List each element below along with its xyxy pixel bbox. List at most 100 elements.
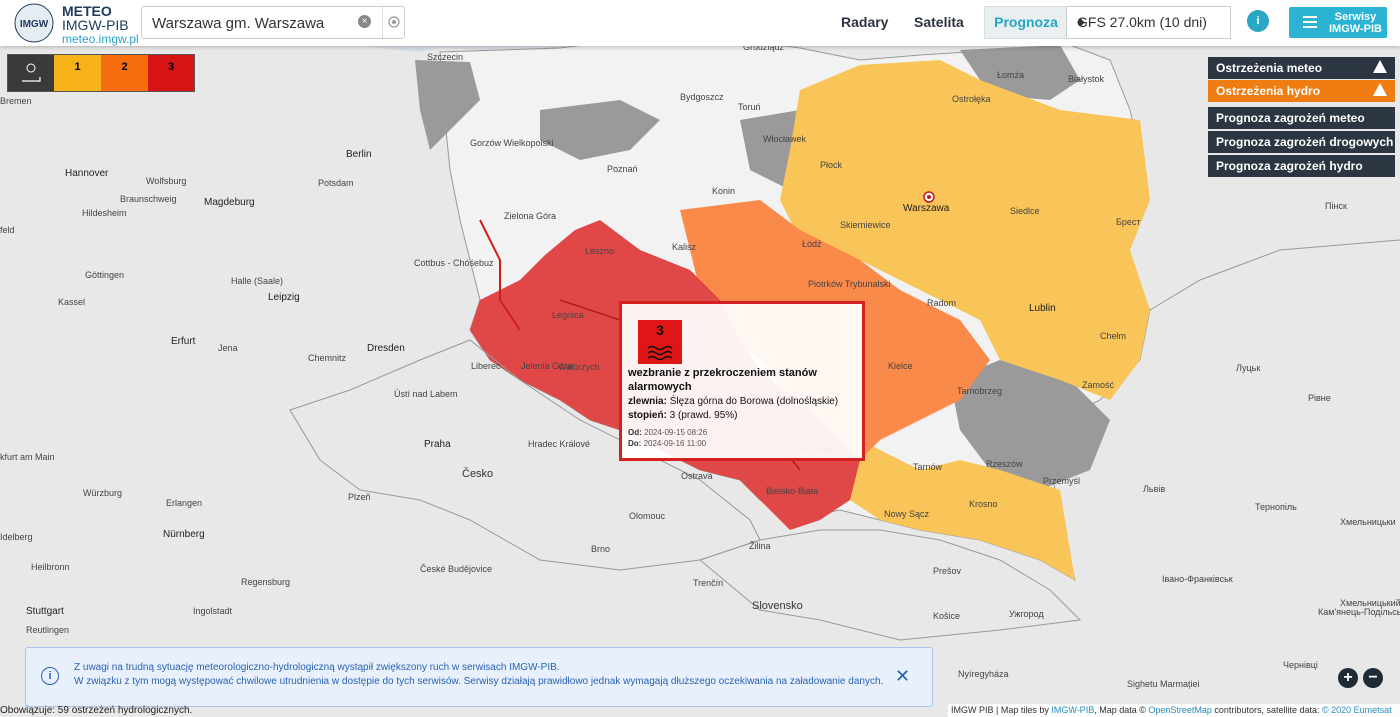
panel-prognoza-drogowych[interactable]: Prognoza zagrożeń drogowych [1208,131,1395,153]
clear-icon[interactable]: × [358,15,371,28]
map-label: Wałbrzych [558,362,600,372]
map-label: Bielsko-Biała [766,486,818,496]
panel-ostrzezenia-hydro[interactable]: Ostrzeżenia hydro [1208,80,1395,102]
map-label: Cottbus - Chóśebuz [414,258,494,268]
map-label: Рівне [1308,393,1331,403]
panel-prognoza-hydro[interactable]: Prognoza zagrożeń hydro [1208,155,1395,177]
map-label: České Budějovice [420,564,492,574]
legend-level-2[interactable]: 2 [101,55,148,91]
map-label: Włocławek [763,134,807,144]
map-label: feld [0,225,15,235]
nav-prognoza[interactable]: Prognoza [984,6,1068,39]
map-label: Heilbronn [31,562,70,572]
location-search: × [141,6,405,39]
map-label: Poznań [607,164,638,174]
svg-text:IMGW: IMGW [20,19,49,30]
map-label: Praha [424,439,451,450]
map-label: Stuttgart [26,606,64,617]
map-label: Regensburg [241,577,290,587]
map-label: Brno [591,544,610,554]
popup-stopien: stopień: 3 (prawd. 95%) [628,410,738,421]
nav-satelita[interactable]: Satelita [914,14,964,30]
map-label: Potsdam [318,178,354,188]
map-label: Toruń [738,102,761,112]
map-label: Magdeburg [204,197,255,208]
map-label: Tarnów [913,462,943,472]
attribution-link-eumetsat[interactable]: © 2020 Eumetsat [1322,705,1392,715]
map-label: Olomouc [629,511,666,521]
map-label: Chełm [1100,331,1126,341]
map-label: Płock [820,160,843,170]
map-label: Braunschweig [120,194,177,204]
legend-neutral[interactable] [8,55,54,91]
popup-od: Od: 2024-09-15 08:26 [628,428,708,437]
map-label: Reutlingen [26,625,69,635]
close-icon[interactable]: ✕ [895,666,910,687]
warning-popup[interactable]: 3 wezbranie z przekroczeniem stanów alar… [619,301,865,461]
map-label: Kassel [58,297,85,307]
map-label: Львів [1143,484,1165,494]
map-label: Ostrava [681,471,713,481]
brand-url[interactable]: meteo.imgw.pl [62,32,139,46]
nav-radary[interactable]: Radary [841,14,888,30]
popup-title: wezbranie z przekroczeniem stanów alarmo… [628,367,817,393]
map-label: Plzeň [348,492,371,502]
map-label: Bremen [0,96,32,106]
brand[interactable]: METEO IMGW-PIB meteo.imgw.pl [62,4,139,46]
model-select[interactable]: GFS 27.0km (10 dni) ◆ [1066,6,1231,39]
map-label: Siedlce [1010,206,1040,216]
notice-banner: i Z uwagi na trudną sytuację meteorologi… [25,647,933,707]
map-label: Białystok [1068,74,1105,84]
top-bar: IMGW METEO IMGW-PIB meteo.imgw.pl × Rada… [0,0,1400,46]
attribution-link-imgw[interactable]: IMGW-PIB [1051,705,1094,715]
map-label: Warszawa [903,203,950,214]
map-label: Rzeszów [986,459,1023,469]
legend-level-3[interactable]: 3 [148,55,194,91]
map-label: Хмельницьки [1340,517,1396,527]
zoom-out-button[interactable]: − [1363,668,1383,688]
map-label: Žilina [749,541,771,551]
map-label: Dresden [367,343,405,354]
map-label: Košice [933,611,960,621]
notice-line-2: W związku z tym mogą występować chwilowe… [74,676,884,687]
flood-level-icon: 3 [638,320,682,364]
map-label: kfurt am Main [0,452,55,462]
map-label: Nyíregyháza [958,669,1009,679]
map-label: Тернопіль [1255,502,1297,512]
attribution-link-osm[interactable]: OpenStreetMap [1148,705,1212,715]
map-label: Radom [927,298,956,308]
chevron-updown-icon: ◆ [1077,17,1085,28]
map-label: Bydgoszcz [680,92,724,102]
map-label: Ostrołęka [952,94,991,104]
sun-water-icon [22,63,41,82]
map-label: Луцьк [1236,363,1260,373]
map-label: Sighetu Marmației [1127,679,1200,689]
map-label: Kalisz [672,242,697,252]
serwisy-button[interactable]: Serwisy IMGW-PIB [1289,7,1387,38]
map-label: Ústí nad Labem [394,389,458,399]
brand-title: METEO [62,3,112,19]
map-attribution: IMGW PIB | Map tiles by IMGW-PIB, Map da… [948,704,1400,717]
map-label: Ужгород [1009,609,1044,619]
map-label: Kielce [888,361,913,371]
map-label: Nowy Sącz [884,509,930,519]
panel-ostrzezenia-meteo[interactable]: Ostrzeżenia meteo [1208,57,1395,79]
map-label: Чернівці [1283,660,1318,670]
search-input[interactable] [150,11,354,35]
locate-icon[interactable] [387,15,401,29]
map-label: Hildesheim [82,208,127,218]
map-label: Івано-Франківськ [1162,574,1233,584]
imgw-logo-icon[interactable]: IMGW [12,2,56,44]
warning-icon [1373,83,1387,96]
zoom-in-button[interactable]: + [1338,668,1358,688]
popup-zlewnia: zlewnia: Ślęza górna do Borowa (dolnoślą… [628,396,839,407]
legend-level-1[interactable]: 1 [54,55,101,91]
map-label: Łomża [997,70,1024,80]
map-label: Tarnobrzeg [957,386,1002,396]
map-label: Zamość [1082,380,1115,390]
brand-subtitle: IMGW-PIB [62,17,129,33]
info-icon[interactable]: i [1247,10,1269,32]
map-label: Lublin [1029,303,1056,314]
map-label: Slovensko [752,600,803,612]
panel-prognoza-meteo[interactable]: Prognoza zagrożeń meteo [1208,107,1395,129]
